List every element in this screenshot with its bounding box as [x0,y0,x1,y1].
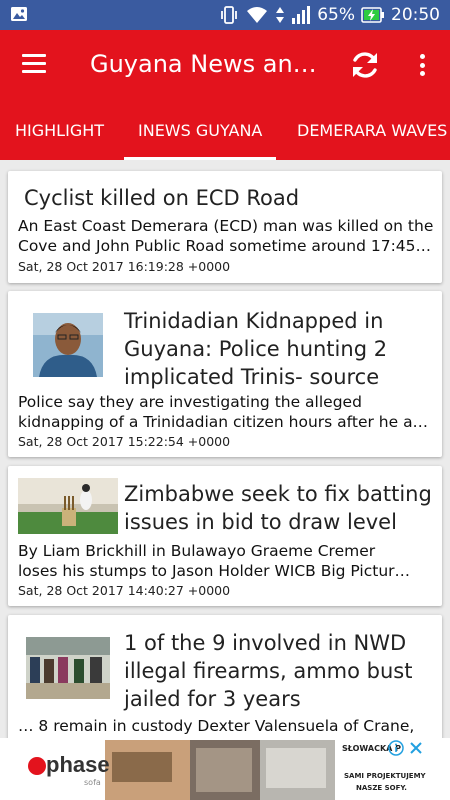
article-list[interactable]: Cyclist killed on ECD Road An East Coast… [0,160,450,738]
article-summary: … 8 remain in custody Dexter Valensuela … [18,717,415,735]
article-card[interactable]: 1 of the 9 involved in NWD illegal firea… [8,615,442,738]
tab-demerara-waves[interactable]: DEMERARA WAVES [297,102,447,160]
article-date: Sat, 28 Oct 2017 15:22:54 +0000 [18,434,231,449]
tab-inews-guyana[interactable]: INEWS GUYANA [124,102,277,160]
article-headline: Trinidadian Kidnapped in Guyana: Police … [124,309,388,389]
article-headline: 1 of the 9 involved in NWD illegal firea… [124,631,413,711]
article-date: Sat, 28 Oct 2017 16:19:28 +0000 [18,259,231,274]
ad-close-icon[interactable] [408,740,424,756]
article-headline: Cyclist killed on ECD Road [24,186,300,210]
article-card[interactable]: Cyclist killed on ECD Road An East Coast… [8,171,442,283]
battery-charging-icon [361,7,384,23]
article-thumbnail [26,637,110,699]
article-card[interactable]: Zimbabwe seek to fix batting issues in b… [8,466,442,606]
article-card[interactable]: Trinidadian Kidnapped in Guyana: Police … [8,291,442,457]
ad-banner[interactable]: phase sofa SŁOWACKA P SAMI PROJEKTUJEMY … [0,738,450,800]
tab-bar: HIGHLIGHT INEWS GUYANA DEMERARA WAVES [0,102,450,160]
overflow-menu-icon[interactable] [412,50,432,80]
menu-icon[interactable] [22,54,48,76]
status-bar: 65% 20:50 [0,0,450,30]
ad-info-icon[interactable] [388,740,404,756]
vibrate-icon [221,6,238,24]
image-notification-icon [11,7,27,21]
signal-icon [292,6,311,24]
ad-right-line1: SAMI PROJEKTUJEMY [344,772,426,780]
battery-percent: 65% [317,5,355,25]
article-thumbnail [18,478,118,534]
app-title: Guyana News and... [90,50,330,78]
article-thumbnail [33,313,103,377]
tab-highlight[interactable]: HIGHLIGHT [15,102,104,160]
data-transfer-icon [276,7,285,23]
app-bar: Guyana News and... [0,30,450,102]
ad-right-line2: NASZE SOFY. [356,784,407,792]
ad-brand-sub: sofa [84,778,101,787]
clock: 20:50 [391,5,440,25]
wifi-icon [247,7,268,23]
article-summary: By Liam Brickhill in Bulawayo Graeme Cre… [18,542,411,580]
article-date: Sat, 28 Oct 2017 14:40:27 +0000 [18,583,231,598]
ad-brand: phase [46,752,110,777]
article-headline: Zimbabwe seek to fix batting issues in b… [124,482,432,534]
refresh-icon[interactable] [348,48,382,82]
article-summary: Police say they are investigating the al… [18,393,429,431]
article-summary: An East Coast Demerara (ECD) man was kil… [18,217,434,255]
